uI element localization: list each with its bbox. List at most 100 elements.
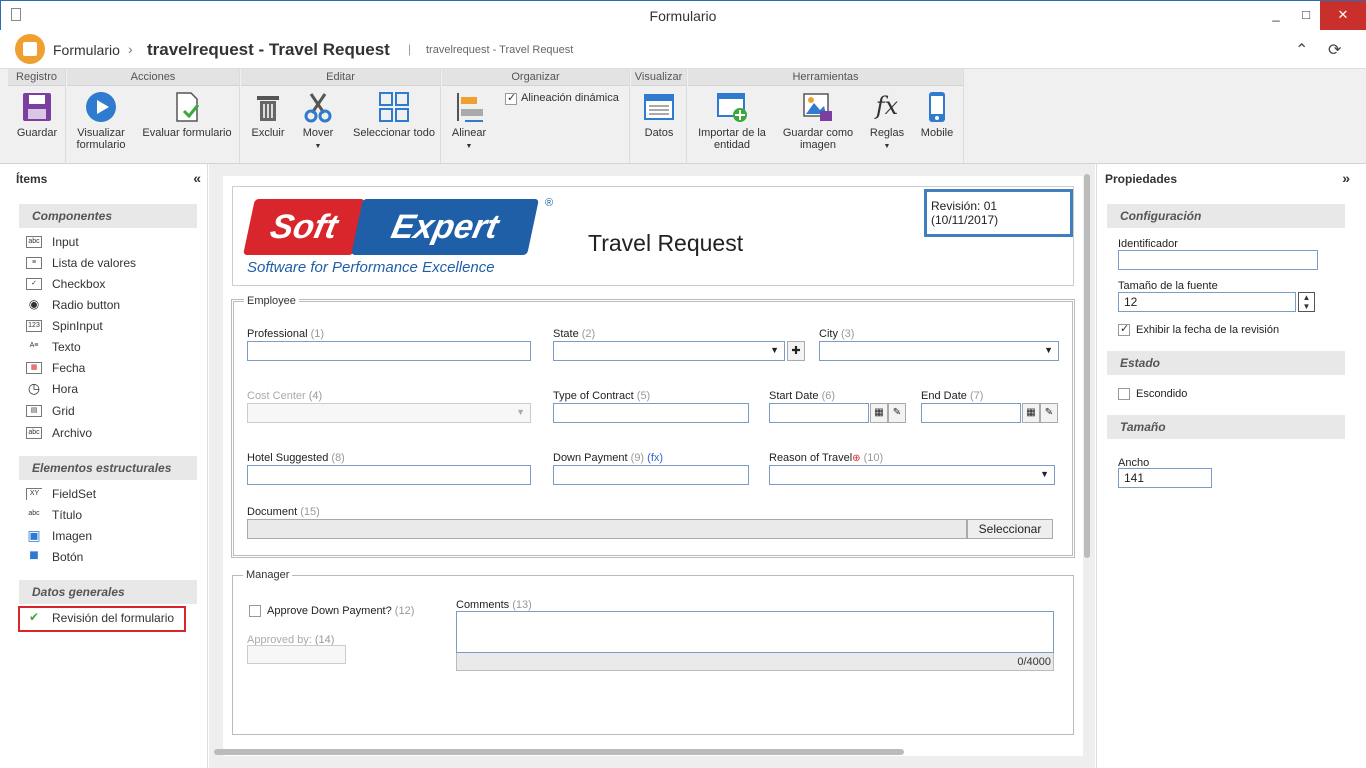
item-radio[interactable]: ◉ Radio button — [26, 294, 120, 314]
rules-button[interactable]: fx Reglas ▼ — [864, 91, 910, 153]
width-input[interactable]: 141 — [1118, 468, 1212, 488]
item-file[interactable]: abc Archivo — [26, 422, 92, 442]
type-contract-input[interactable] — [553, 403, 749, 423]
select-all-button[interactable]: Seleccionar todo — [347, 91, 441, 139]
vertical-scrollbar[interactable] — [1084, 174, 1090, 558]
comments-counter: 0/4000 — [456, 653, 1054, 671]
save-button[interactable]: Guardar — [12, 91, 62, 139]
comments-textarea[interactable] — [456, 611, 1054, 653]
cost-center-select[interactable]: ▼ — [247, 403, 531, 423]
start-date-calendar-icon[interactable]: ▦ — [870, 403, 888, 423]
section-components[interactable]: Componentes — [19, 204, 197, 228]
chevron-down-icon: ▼ — [1044, 345, 1053, 355]
evaluate-label: Evaluar formulario — [142, 127, 232, 139]
collapse-header-icon[interactable]: ⌃ — [1295, 40, 1308, 60]
save-as-image-button[interactable]: Guardar como imagen — [778, 91, 858, 151]
data-label: Datos — [644, 127, 674, 139]
logo-registered: ® — [545, 197, 554, 209]
document-label: Document (15) — [247, 506, 320, 518]
app-header: Formulario › travelrequest - Travel Requ… — [0, 30, 1366, 69]
logo-soft: Soft — [243, 199, 365, 255]
minimize-button[interactable]: _ — [1261, 1, 1291, 30]
item-input[interactable]: abc Input — [26, 231, 79, 251]
select-document-button[interactable]: Seleccionar — [967, 519, 1053, 539]
item-button[interactable]: ■ Botón — [26, 546, 83, 566]
item-label: Grid — [52, 403, 75, 418]
align-caret-icon: ▼ — [465, 143, 473, 150]
end-date-clear-icon[interactable]: ✎ — [1040, 403, 1058, 423]
mobile-button[interactable]: Mobile — [914, 91, 960, 139]
data-button[interactable]: Datos — [637, 91, 681, 139]
move-button[interactable]: Mover ▼ — [297, 91, 339, 153]
evaluate-form-button[interactable]: Evaluar formulario — [139, 91, 235, 139]
item-title[interactable]: abc Título — [26, 504, 82, 524]
item-value-list[interactable]: ≡ Lista de valores — [26, 252, 136, 272]
font-size-input[interactable]: 12 — [1118, 292, 1296, 312]
form-revision-box[interactable]: Revisión: 01 (10/11/2017) — [924, 189, 1073, 237]
item-image[interactable]: ▣ Imagen — [26, 525, 92, 545]
section-general-data[interactable]: Datos generales — [19, 580, 197, 604]
dynamic-align-checkbox[interactable] — [505, 91, 517, 105]
hotel-input[interactable] — [247, 465, 531, 485]
professional-input[interactable] — [247, 341, 531, 361]
font-size-spinner[interactable]: ▲ ▼ — [1298, 292, 1315, 312]
item-form-revision[interactable]: ✔ Revisión del formulario — [26, 607, 174, 627]
image-icon: ▣ — [27, 526, 41, 543]
document-input[interactable] — [247, 519, 967, 539]
align-icon — [453, 91, 485, 123]
horizontal-scrollbar[interactable] — [214, 749, 904, 755]
manager-fieldset[interactable]: Manager Approve Down Payment? (12) Appro… — [232, 569, 1074, 735]
section-state[interactable]: Estado — [1107, 351, 1345, 375]
approve-checkbox[interactable] — [249, 605, 261, 617]
mobile-phone-icon — [921, 91, 953, 123]
item-label: Botón — [52, 549, 84, 564]
end-date-input[interactable] — [921, 403, 1021, 423]
input-icon: abc — [26, 235, 42, 248]
page-title: travelrequest - Travel Request — [147, 40, 390, 59]
align-button[interactable]: Alinear ▼ — [448, 91, 490, 153]
title-icon: abc — [28, 509, 40, 517]
expand-right-icon[interactable]: » — [1342, 170, 1350, 186]
section-structural[interactable]: Elementos estructurales — [19, 456, 197, 480]
ribbon-toolbar: Registro Guardar Acciones Visualizar for… — [0, 69, 1366, 164]
item-text[interactable]: A≡ Texto — [26, 336, 81, 356]
approved-by-input[interactable] — [247, 645, 346, 664]
item-label: Lista de valores — [52, 255, 137, 270]
start-date-input[interactable] — [769, 403, 869, 423]
identifier-input[interactable] — [1118, 250, 1318, 270]
delete-button[interactable]: Excluir — [247, 91, 289, 139]
font-size-label: Tamaño de la fuente — [1118, 280, 1218, 292]
items-panel-title: Ítems — [16, 172, 48, 186]
item-time[interactable]: ◷ Hora — [26, 378, 78, 398]
item-grid[interactable]: ▤ Grid — [26, 400, 75, 420]
end-date-label: End Date (7) — [921, 390, 984, 402]
end-date-calendar-icon[interactable]: ▦ — [1022, 403, 1040, 423]
collapse-left-icon[interactable]: « — [193, 170, 201, 186]
state-select[interactable]: ▼ — [553, 341, 785, 361]
start-date-clear-icon[interactable]: ✎ — [888, 403, 906, 423]
add-state-button[interactable]: ✚ — [787, 341, 805, 361]
item-date[interactable]: ▦ Fecha — [26, 357, 85, 377]
maximize-button[interactable]: □ — [1291, 1, 1321, 30]
down-payment-input[interactable] — [553, 465, 749, 485]
city-select[interactable]: ▼ — [819, 341, 1059, 361]
import-entity-button[interactable]: Importar de la entidad — [692, 91, 772, 151]
reason-select[interactable]: ▼ — [769, 465, 1055, 485]
show-revision-date-checkbox[interactable] — [1118, 322, 1130, 336]
down-payment-label: Down Payment (9) (fx) — [553, 452, 664, 464]
required-icon: ⊕ — [852, 453, 861, 464]
form-header[interactable]: Soft Expert ® Software for Performance E… — [232, 186, 1074, 286]
item-spininput[interactable]: 123 SpinInput — [26, 315, 103, 335]
employee-fieldset[interactable]: Employee Professional (1) State (2) ▼ ✚ … — [231, 295, 1075, 558]
group-label: Registro — [8, 69, 65, 86]
breadcrumb-root[interactable]: Formulario — [53, 42, 120, 58]
section-configuration[interactable]: Configuración — [1107, 204, 1345, 228]
item-checkbox[interactable]: ✓ Checkbox — [26, 273, 105, 293]
hidden-checkbox[interactable] — [1118, 388, 1130, 400]
chevron-down-icon: ▼ — [516, 407, 525, 417]
close-button[interactable]: ✕ — [1320, 1, 1366, 30]
preview-form-button[interactable]: Visualizar formulario — [71, 91, 131, 151]
item-fieldset[interactable]: XY FieldSet — [26, 483, 96, 503]
section-size[interactable]: Tamaño — [1107, 415, 1345, 439]
refresh-icon[interactable]: ⟳ — [1328, 40, 1341, 60]
